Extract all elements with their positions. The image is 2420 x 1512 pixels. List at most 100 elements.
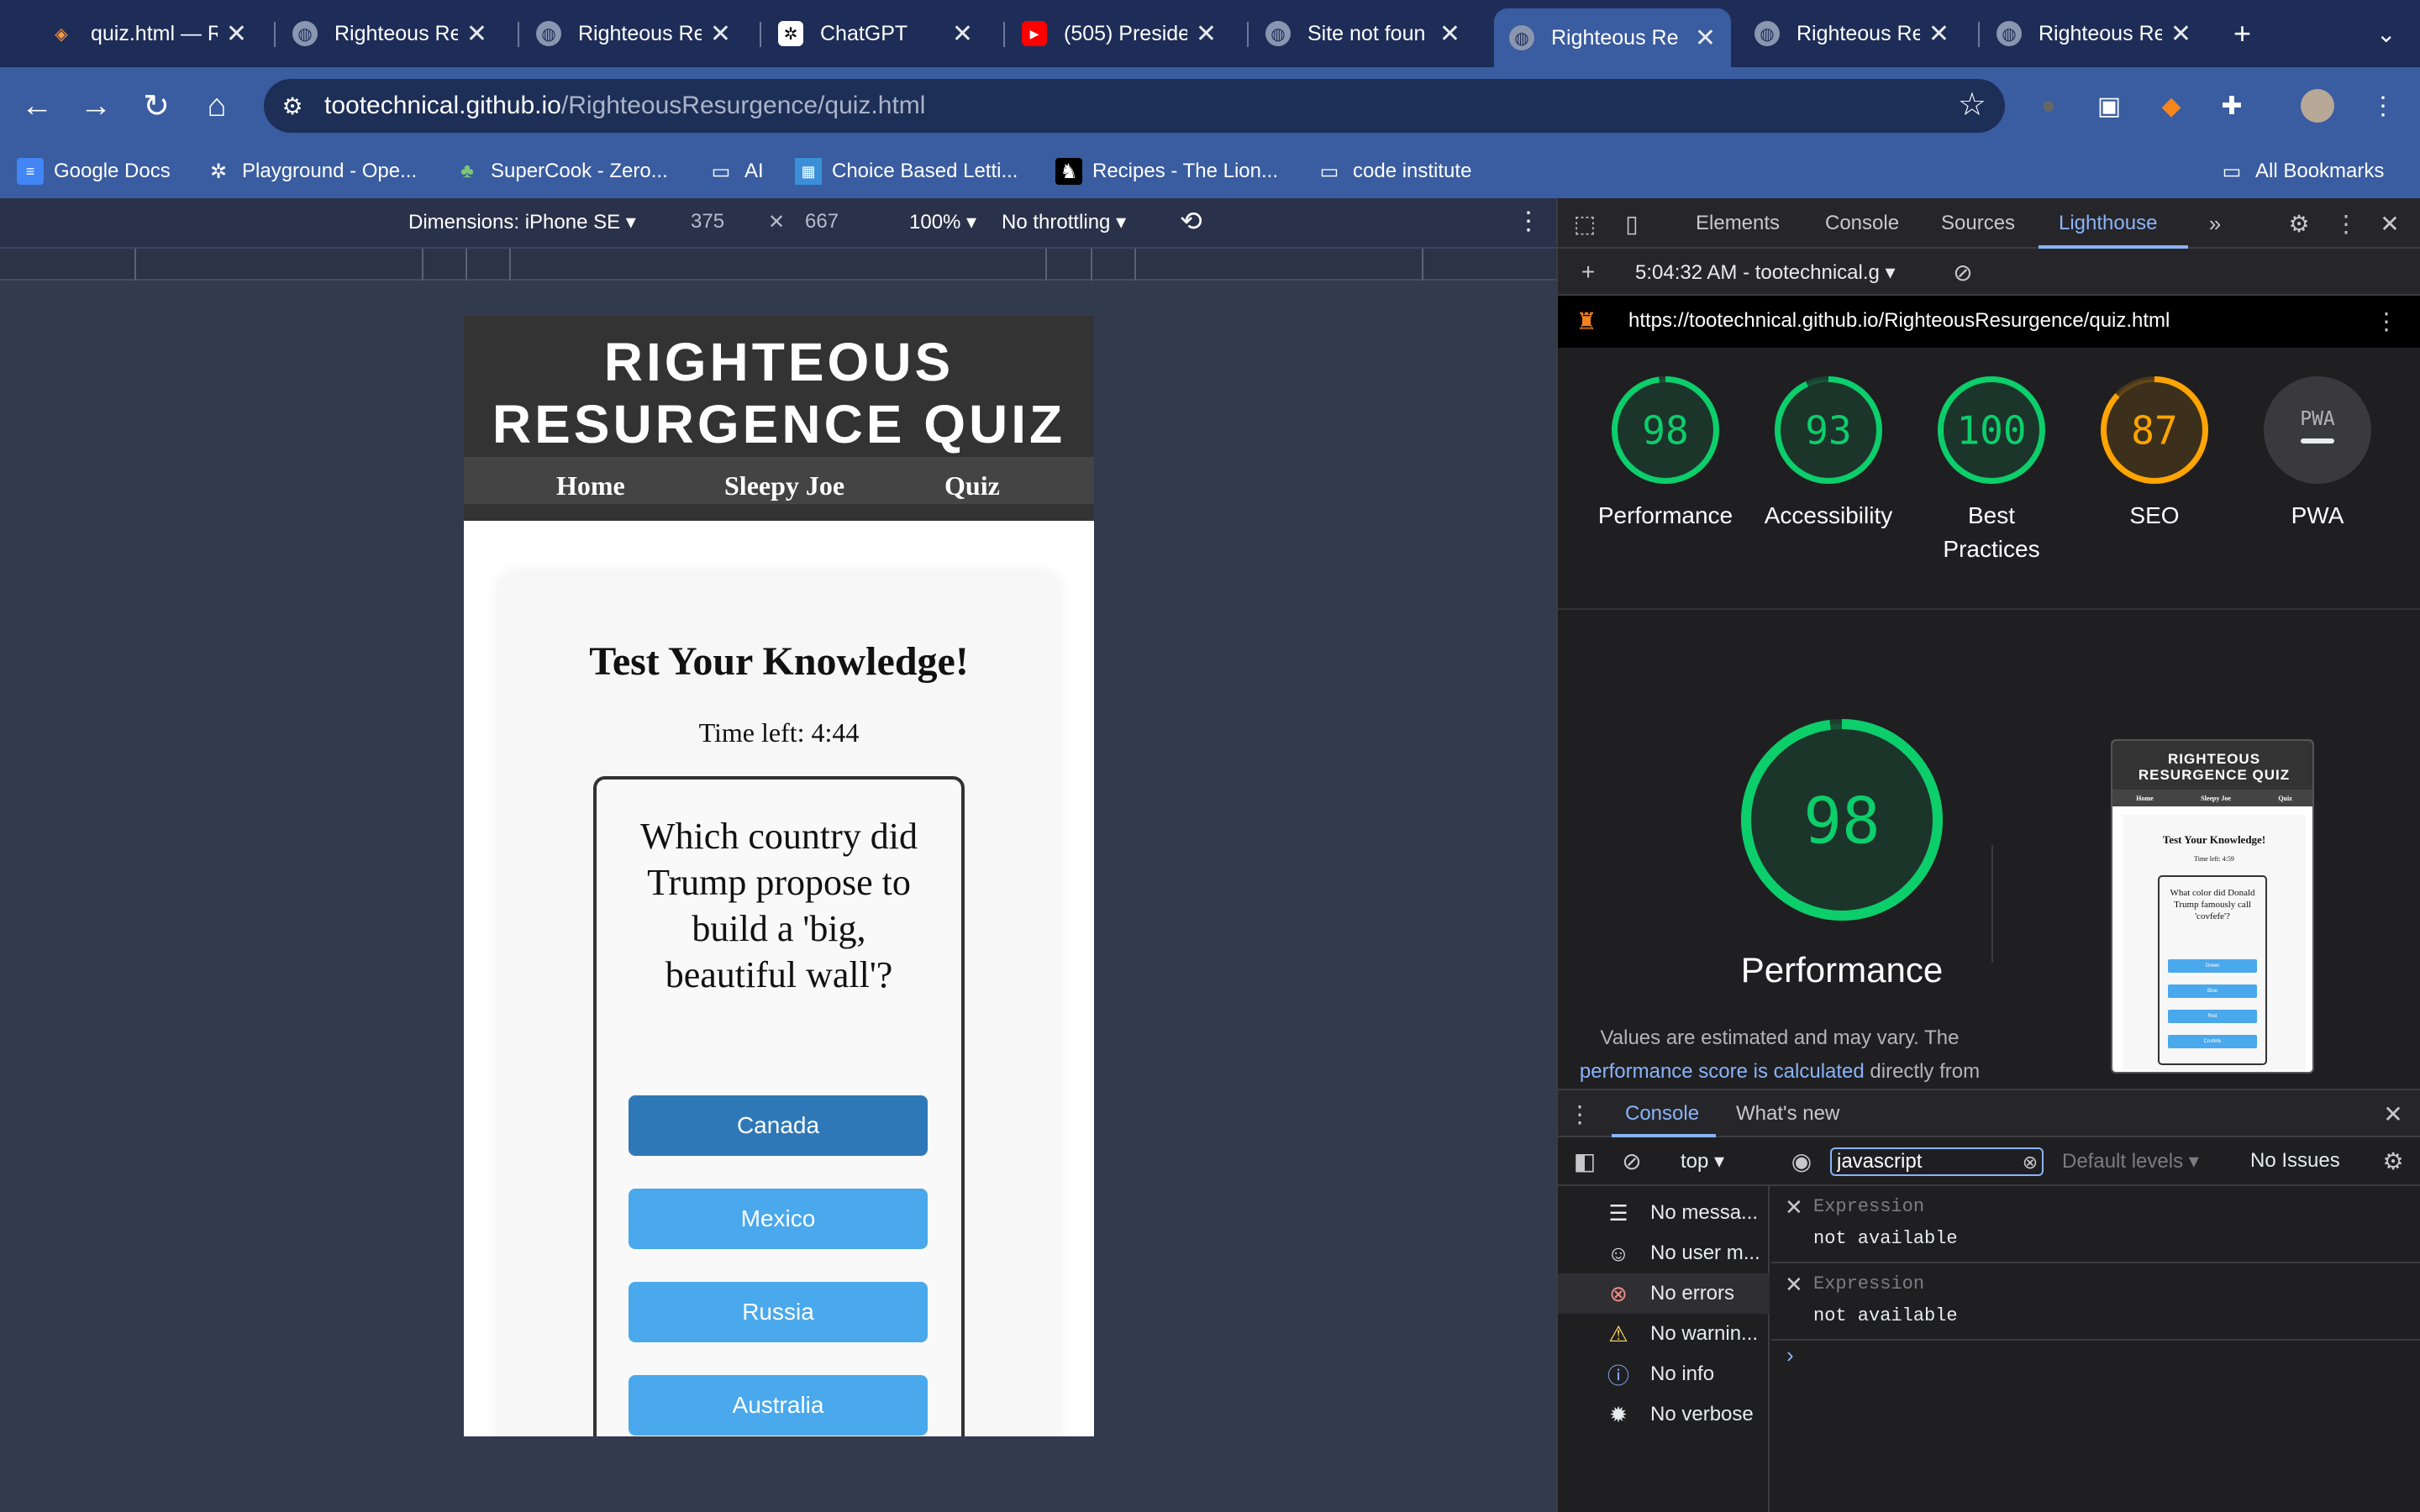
- bookmark-star-icon[interactable]: ☆: [1958, 86, 1986, 123]
- bookmark-supercook[interactable]: ♣ SuperCook - Zero...: [454, 155, 668, 188]
- close-icon[interactable]: ✕: [2170, 19, 2191, 49]
- zoom-select[interactable]: 100% ▾: [909, 210, 976, 234]
- close-icon[interactable]: ✕: [2378, 1099, 2408, 1129]
- report-select[interactable]: 5:04:32 AM - tootechnical.g ▾: [1635, 260, 1896, 285]
- browser-tab[interactable]: ◍ Site not foun ✕: [1250, 12, 1476, 55]
- device-select[interactable]: Dimensions: iPhone SE ▾: [408, 210, 636, 234]
- tab-lighthouse[interactable]: Lighthouse: [2059, 212, 2157, 235]
- close-icon[interactable]: ✕: [2375, 208, 2405, 239]
- home-button[interactable]: ⌂: [193, 82, 240, 129]
- log-levels-select[interactable]: Default levels ▾: [2062, 1149, 2199, 1173]
- address-bar[interactable]: ⚙ tootechnical.github.io/RighteousResurg…: [264, 79, 2005, 133]
- plus-icon[interactable]: +: [1573, 257, 1603, 287]
- clear-console-icon[interactable]: ⊘: [1617, 1146, 1647, 1176]
- eye-icon[interactable]: ◉: [1786, 1146, 1817, 1176]
- bookmark-google-docs[interactable]: ≡ Google Docs: [17, 155, 171, 188]
- extensions-puzzle-icon[interactable]: ✚: [2212, 86, 2252, 126]
- device-toggle-icon[interactable]: ▯: [1617, 208, 1647, 239]
- bookmark-choice-based[interactable]: ▦ Choice Based Letti...: [795, 155, 1018, 188]
- settings-gear-icon[interactable]: ⚙: [2284, 208, 2314, 239]
- browser-tab[interactable]: ✲ ChatGPT ✕: [763, 12, 988, 55]
- record-extension-icon[interactable]: ●: [2028, 86, 2069, 126]
- url-text[interactable]: tootechnical.github.io/RighteousResurgen…: [324, 92, 925, 120]
- new-tab-button[interactable]: +: [2218, 12, 2277, 55]
- expression-label[interactable]: Expression: [1813, 1273, 1924, 1294]
- score-gauge[interactable]: 98 Performance: [1581, 375, 1749, 533]
- final-screenshot-thumbnail[interactable]: RIGHTEOUS RESURGENCE QUIZ Home Sleepy Jo…: [2111, 739, 2314, 1074]
- all-bookmarks[interactable]: ▭ All Bookmarks: [2218, 155, 2385, 188]
- site-settings-icon[interactable]: ⚙: [269, 82, 316, 129]
- back-button[interactable]: ←: [13, 82, 60, 129]
- close-icon[interactable]: ✕: [1439, 19, 1460, 49]
- context-select[interactable]: top ▾: [1681, 1149, 1724, 1173]
- tab-search-button[interactable]: ⌄: [2361, 12, 2408, 55]
- issues-counter[interactable]: No Issues: [2250, 1149, 2340, 1173]
- remove-expression-icon[interactable]: ✕: [1785, 1272, 1803, 1298]
- sidebar-item-messages[interactable]: ☰ No messa...: [1558, 1193, 1770, 1233]
- browser-tab[interactable]: ◍ Righteous Re ✕: [1981, 12, 2207, 55]
- console-prompt[interactable]: ›: [1786, 1342, 1794, 1368]
- answer-button-canada[interactable]: Canada: [629, 1095, 928, 1156]
- throttling-select[interactable]: No throttling ▾: [1002, 210, 1126, 234]
- answer-button-australia[interactable]: Australia: [629, 1375, 928, 1436]
- sidebar-item-warnings[interactable]: ⚠ No warnin...: [1558, 1314, 1770, 1354]
- more-options-icon[interactable]: ⋮: [2331, 208, 2361, 239]
- close-icon[interactable]: ✕: [1928, 19, 1949, 49]
- forward-button[interactable]: →: [72, 82, 119, 129]
- score-gauge[interactable]: 87 SEO: [2070, 375, 2238, 533]
- expression-label[interactable]: Expression: [1813, 1196, 1924, 1217]
- sidebar-item-user-messages[interactable]: ☺ No user m...: [1558, 1233, 1770, 1273]
- score-gauge[interactable]: 93 Accessibility: [1744, 375, 1912, 533]
- bookmark-folder-ai[interactable]: ▭ AI: [708, 155, 764, 188]
- browser-tab[interactable]: ◍ Righteous Re ✕: [277, 12, 502, 55]
- close-icon[interactable]: ✕: [1695, 24, 1716, 53]
- close-icon[interactable]: ✕: [710, 19, 731, 49]
- sidebar-item-errors[interactable]: ⊗ No errors: [1558, 1273, 1770, 1314]
- sidebar-toggle-icon[interactable]: ◧: [1570, 1146, 1600, 1176]
- drawer-tab-whats-new[interactable]: What's new: [1736, 1102, 1839, 1126]
- browser-menu-icon[interactable]: ⋮: [2363, 86, 2403, 126]
- score-gauge[interactable]: 100 Best Practices: [1907, 375, 2075, 566]
- drawer-tab-console[interactable]: Console: [1625, 1102, 1699, 1126]
- device-width-input[interactable]: 375: [691, 210, 724, 234]
- nav-link-home[interactable]: Home: [556, 470, 625, 501]
- reload-button[interactable]: ↻: [133, 82, 180, 129]
- browser-tab[interactable]: ▶ (505) Preside ✕: [1007, 12, 1232, 55]
- more-options-icon[interactable]: ⋮: [2371, 306, 2402, 336]
- clear-filter-icon[interactable]: ⊗: [2015, 1147, 2045, 1178]
- nav-link-quiz[interactable]: Quiz: [944, 470, 1000, 501]
- browser-tab[interactable]: ◍ Righteous Re ✕: [1739, 12, 1965, 55]
- score-gauge[interactable]: PWA PWA: [2233, 375, 2402, 533]
- drawer-menu-icon[interactable]: ⋮: [1565, 1099, 1595, 1129]
- bookmark-recipes[interactable]: ♞ Recipes - The Lion...: [1055, 155, 1278, 188]
- more-options-icon[interactable]: ⋮: [1516, 207, 1541, 236]
- clear-icon[interactable]: ⊘: [1948, 257, 1978, 287]
- tab-console[interactable]: Console: [1825, 212, 1899, 235]
- nav-link-sleepy-joe[interactable]: Sleepy Joe: [724, 470, 844, 501]
- browser-tab[interactable]: ◍ Righteous Re ✕: [521, 12, 746, 55]
- browser-tab-active[interactable]: ◍ Righteous Re ✕: [1494, 8, 1731, 67]
- device-height-input[interactable]: 667: [805, 210, 839, 234]
- settings-gear-icon[interactable]: ⚙: [2378, 1146, 2408, 1176]
- answer-button-mexico[interactable]: Mexico: [629, 1189, 928, 1249]
- bookmark-playground[interactable]: ✲ Playground - Ope...: [205, 155, 417, 188]
- close-icon[interactable]: ✕: [226, 19, 247, 49]
- profile-avatar[interactable]: [2301, 89, 2334, 123]
- sidebar-item-info[interactable]: ⓘ No info: [1558, 1354, 1770, 1394]
- tab-sources[interactable]: Sources: [1941, 212, 2015, 235]
- more-tabs-icon[interactable]: »: [2200, 208, 2230, 239]
- browser-tab[interactable]: ◈ quiz.html — R ✕: [34, 12, 262, 55]
- metamask-extension-icon[interactable]: ◆: [2151, 86, 2191, 126]
- console-filter-input[interactable]: [1830, 1147, 2044, 1176]
- close-icon[interactable]: ✕: [952, 19, 973, 49]
- answer-button-russia[interactable]: Russia: [629, 1282, 928, 1342]
- close-icon[interactable]: ✕: [1196, 19, 1217, 49]
- remove-expression-icon[interactable]: ✕: [1785, 1194, 1803, 1221]
- inspect-element-icon[interactable]: ⬚: [1570, 208, 1600, 239]
- score-calculation-link[interactable]: performance score is calculated: [1580, 1060, 1865, 1083]
- close-icon[interactable]: ✕: [466, 19, 487, 49]
- sidebar-item-verbose[interactable]: ✹ No verbose: [1558, 1394, 1770, 1435]
- rotate-icon[interactable]: ⟲: [1180, 205, 1202, 237]
- tab-elements[interactable]: Elements: [1696, 212, 1780, 235]
- clipboard-extension-icon[interactable]: ▣: [2089, 86, 2129, 126]
